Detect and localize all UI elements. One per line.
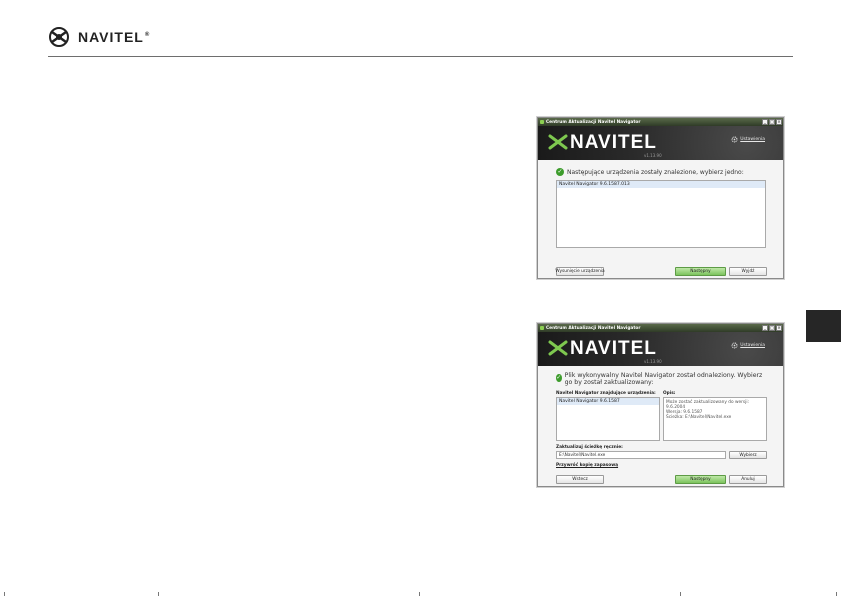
exit-button[interactable]: Wyjdź bbox=[729, 267, 767, 276]
app-icon bbox=[540, 326, 544, 330]
update-center-window-executable: Centrum Aktualizacji Navitel Navigator _… bbox=[537, 323, 784, 487]
found-devices-message: Następujące urządzenia zostały znalezion… bbox=[567, 168, 744, 176]
brand-text: NAVITEL bbox=[570, 132, 657, 153]
device-list[interactable]: Navitel Navigator 9.6.1587 bbox=[556, 397, 660, 441]
description-line: Ścieżka: E:\Navitel\Navitel.exe bbox=[666, 415, 732, 420]
next-button[interactable]: Następny bbox=[675, 267, 726, 276]
close-button[interactable]: × bbox=[776, 325, 782, 331]
settings-label: Ustawienia bbox=[740, 343, 765, 348]
description-box: Może zostać zaktualizowany do wersji: 9.… bbox=[663, 397, 767, 441]
header-divider bbox=[48, 56, 793, 57]
list-item[interactable]: Navitel Navigator 9.6.1587 bbox=[557, 398, 659, 405]
app-icon bbox=[540, 120, 544, 124]
crop-mark bbox=[158, 592, 159, 596]
restore-backup-link[interactable]: Przywróć kopię zapasową bbox=[556, 463, 618, 468]
list-item[interactable]: Navitel Navigator 9.6.1587.013 bbox=[557, 181, 765, 188]
description-label: Opis: bbox=[663, 391, 676, 396]
path-input[interactable]: E:\Navitel\Navitel.exe bbox=[556, 451, 726, 459]
close-button[interactable]: × bbox=[776, 119, 782, 125]
brand-text: NAVITEL bbox=[570, 338, 657, 359]
gear-icon bbox=[731, 342, 738, 349]
cancel-button[interactable]: Anuluj bbox=[729, 475, 767, 484]
crop-mark bbox=[836, 592, 837, 596]
minimize-button[interactable]: _ bbox=[762, 325, 768, 331]
success-check-icon: ✓ bbox=[556, 168, 564, 176]
version-label: v1.13.90 bbox=[644, 153, 662, 158]
settings-link[interactable]: Ustawienia bbox=[731, 342, 765, 349]
window-titlebar: Centrum Aktualizacji Navitel Navigator _… bbox=[538, 324, 783, 332]
maximize-button[interactable]: □ bbox=[769, 325, 775, 331]
navitel-brand-icon bbox=[548, 134, 568, 150]
success-check-icon: ✓ bbox=[556, 374, 562, 382]
window-titlebar: Centrum Aktualizacji Navitel Navigator _… bbox=[538, 118, 783, 126]
maximize-button[interactable]: □ bbox=[769, 119, 775, 125]
device-list[interactable]: Navitel Navigator 9.6.1587.013 bbox=[556, 180, 766, 248]
crop-mark bbox=[680, 592, 681, 596]
browse-button[interactable]: Wybierz bbox=[729, 451, 767, 459]
window-content: ✓ Następujące urządzenia zostały znalezi… bbox=[538, 160, 783, 278]
crop-mark bbox=[419, 592, 420, 596]
executable-found-message: Plik wykonywalny Navitel Navigator zosta… bbox=[564, 372, 763, 386]
navitel-logo: NAVITEL® bbox=[48, 26, 150, 48]
settings-link[interactable]: Ustawienia bbox=[731, 136, 765, 143]
crop-mark bbox=[4, 592, 5, 596]
window-title: Centrum Aktualizacji Navitel Navigator bbox=[546, 119, 641, 125]
navitel-emblem-icon bbox=[49, 27, 69, 47]
eject-device-button[interactable]: Wysunięcie urządzenia bbox=[555, 267, 605, 276]
device-list-label: Navitel Navigator znajdujące urządzenia: bbox=[556, 391, 656, 396]
navitel-banner: NAVITEL v1.13.90 Ustawienia bbox=[538, 332, 783, 366]
path-label: Zaktualizuj ścieżkę ręcznie: bbox=[556, 445, 623, 450]
back-button[interactable]: Wstecz bbox=[556, 475, 604, 484]
window-content: ✓ Plik wykonywalny Navitel Navigator zos… bbox=[538, 366, 783, 486]
navitel-brand-icon bbox=[548, 340, 568, 356]
gear-icon bbox=[731, 136, 738, 143]
version-label: v1.13.90 bbox=[644, 359, 662, 364]
minimize-button[interactable]: _ bbox=[762, 119, 768, 125]
window-title: Centrum Aktualizacji Navitel Navigator bbox=[546, 325, 641, 331]
navitel-banner: NAVITEL v1.13.90 Ustawienia bbox=[538, 126, 783, 160]
next-button[interactable]: Następny bbox=[675, 475, 726, 484]
section-tab-marker bbox=[806, 310, 841, 342]
update-center-window-devices: Centrum Aktualizacji Navitel Navigator _… bbox=[537, 117, 784, 279]
settings-label: Ustawienia bbox=[740, 137, 765, 142]
logo-text: NAVITEL® bbox=[78, 29, 151, 45]
